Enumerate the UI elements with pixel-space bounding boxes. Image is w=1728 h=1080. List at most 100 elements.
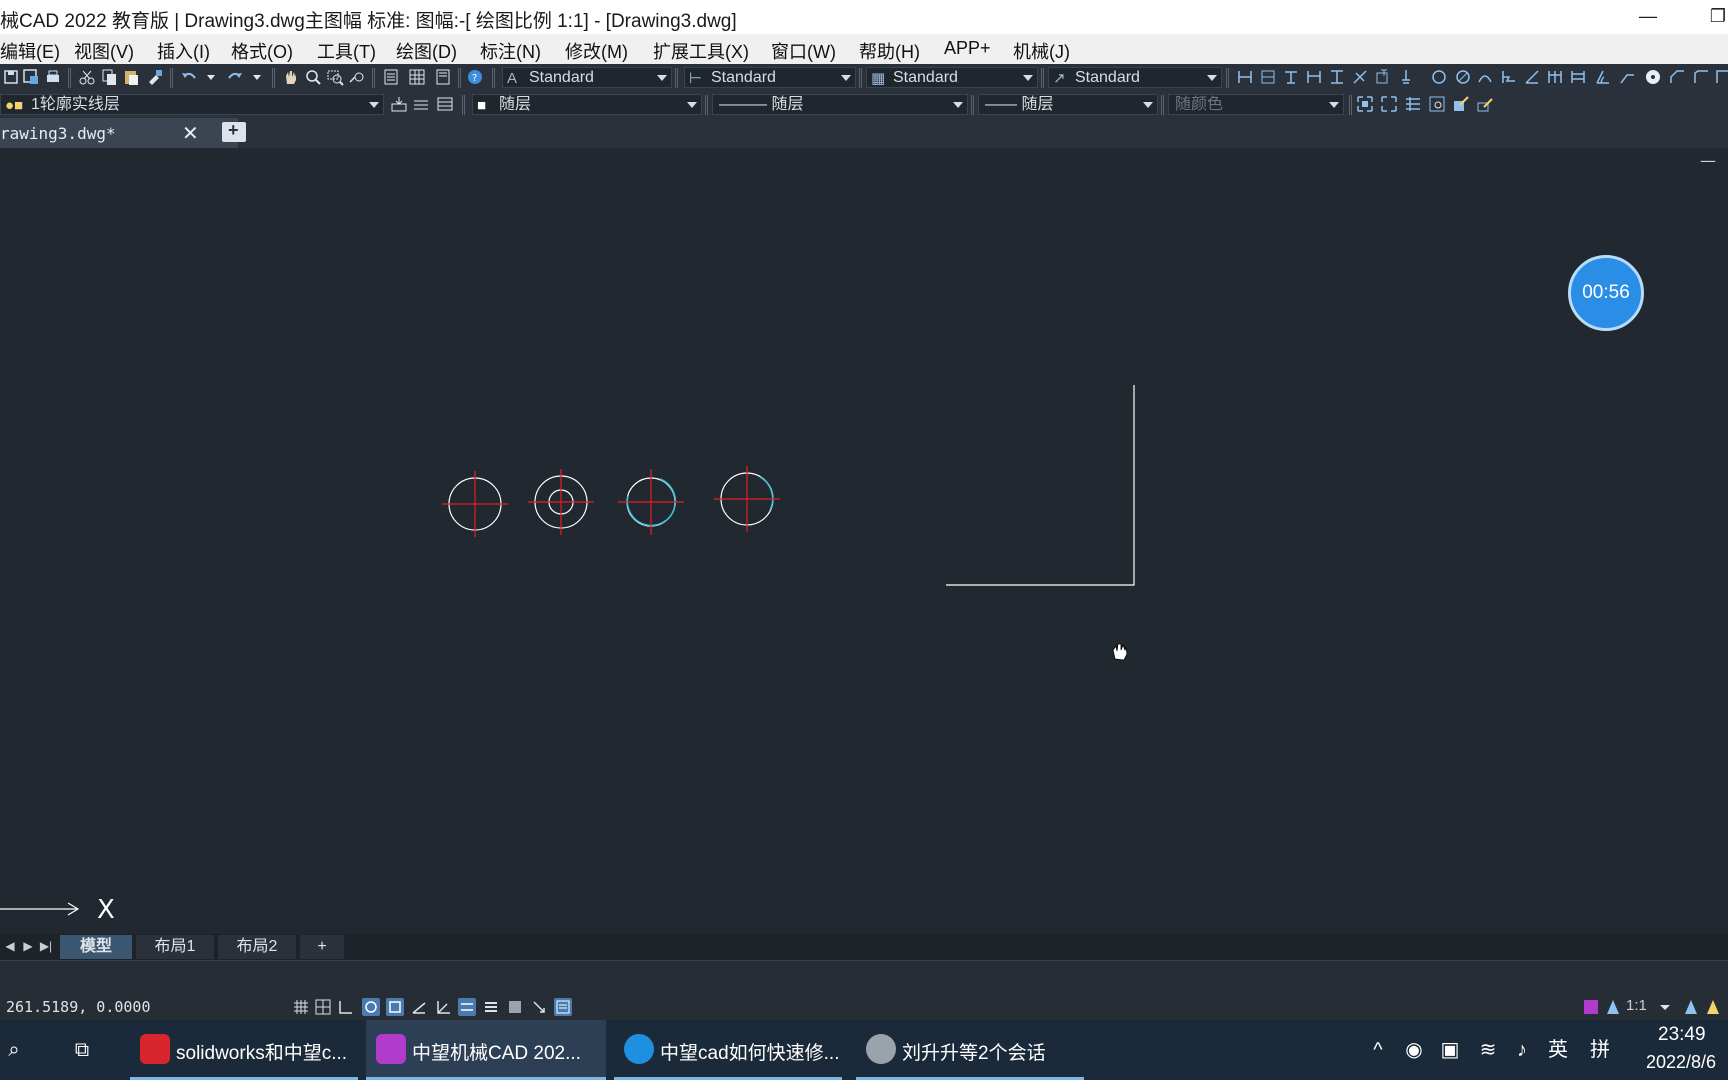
annotation-scale-icon[interactable] [1604, 998, 1622, 1016]
recording-timer[interactable]: 00:56 [1568, 255, 1644, 331]
menu-edit[interactable]: 编辑(E) [0, 38, 60, 64]
polar-tracking-icon[interactable] [362, 998, 380, 1016]
ortho-mode-icon[interactable] [336, 998, 354, 1016]
aligned-dimension-icon[interactable] [1351, 68, 1369, 86]
lineweight-display-icon[interactable] [482, 998, 500, 1016]
quick-dimension-icon[interactable] [1236, 68, 1254, 86]
drawing-canvas[interactable]: X — 00:56 [0, 148, 1728, 934]
match-properties-icon[interactable] [146, 68, 164, 86]
concentric-circle-entity[interactable] [528, 469, 594, 535]
angular-dimension-icon[interactable] [1523, 68, 1541, 86]
leader-dimension-icon[interactable] [1618, 68, 1636, 86]
undo-dropdown-icon[interactable] [202, 68, 220, 86]
menu-window[interactable]: 窗口(W) [771, 38, 836, 64]
design-center-icon[interactable] [408, 68, 426, 86]
snap-mode-icon[interactable] [314, 998, 332, 1016]
polyline-entity[interactable] [946, 385, 1135, 586]
tab-last-icon[interactable]: ▶| [38, 937, 54, 955]
thread-circle-entity[interactable] [714, 466, 780, 532]
transparency-icon[interactable] [506, 998, 524, 1016]
radius-dimension-icon[interactable] [1430, 68, 1448, 86]
minimize-button[interactable]: — [1628, 0, 1668, 34]
qq-icon[interactable]: ◉ [1402, 1038, 1426, 1062]
selection-cycling-icon[interactable] [530, 998, 548, 1016]
color-select[interactable]: ■ 随层 [472, 94, 702, 115]
continue-dimension-icon[interactable] [1546, 68, 1564, 86]
block-attribute-icon[interactable] [1404, 95, 1422, 113]
dimension-icon[interactable] [1259, 68, 1277, 86]
dimension-style-select[interactable]: ⊢ Standard [684, 67, 856, 88]
tolerance-icon[interactable] [1668, 68, 1686, 86]
menu-dimension[interactable]: 标注(N) [480, 38, 541, 64]
taskbar-item-zwcad[interactable]: 中望机械CAD 202... [366, 1020, 606, 1080]
dimension-update-icon[interactable] [1714, 68, 1728, 86]
help-icon[interactable]: ? [466, 68, 484, 86]
clock-date[interactable]: 2022/8/6 [1646, 1052, 1716, 1073]
annotation-monitor-icon[interactable] [554, 998, 572, 1016]
tab-prev-icon[interactable]: ◀ [2, 937, 18, 955]
command-line[interactable] [0, 960, 1728, 994]
chevron-up-icon[interactable]: ^ [1366, 1038, 1390, 1062]
save-as-icon[interactable] [22, 68, 40, 86]
document-tab[interactable]: rawing3.dwg* ✕ [0, 118, 238, 148]
make-current-layer-icon[interactable] [390, 95, 408, 113]
ordinate-dimension-icon[interactable] [1374, 68, 1392, 86]
vertical-dimension-icon[interactable] [1328, 68, 1346, 86]
block-insert-icon[interactable] [1356, 95, 1374, 113]
thread-circle-entity[interactable] [618, 469, 684, 535]
tool-palettes-icon[interactable] [434, 68, 452, 86]
menu-draw[interactable]: 绘图(D) [396, 38, 457, 64]
multileader-style-select[interactable]: ↗ Standard [1048, 67, 1222, 88]
menu-app[interactable]: APP+ [944, 38, 991, 59]
cut-icon[interactable] [78, 68, 96, 86]
linear-dimension-icon[interactable] [1305, 68, 1323, 86]
tab-next-icon[interactable]: ▶ [20, 937, 36, 955]
zoom-extents-icon[interactable] [1428, 95, 1446, 113]
print-icon[interactable] [44, 68, 62, 86]
taskbar-item-chat[interactable]: 刘升升等2个会话 [856, 1020, 1084, 1080]
taskbar-item-solidworks[interactable]: solidworks和中望c... [130, 1020, 358, 1080]
layer-select[interactable]: ●■ 1轮廓实线层 [0, 94, 384, 115]
close-icon[interactable]: ✕ [182, 121, 199, 146]
workspace-icon[interactable] [1582, 998, 1600, 1016]
taskbar-item-edge[interactable]: 中望cad如何快速修... [614, 1020, 842, 1080]
copy-icon[interactable] [100, 68, 118, 86]
dynamic-ucs-icon[interactable] [434, 998, 452, 1016]
plot-style-select[interactable]: 随颜色 [1168, 94, 1344, 115]
block-edit-icon[interactable] [1380, 95, 1398, 113]
task-view-icon[interactable]: ⧉ [70, 1038, 94, 1062]
menu-mechanical[interactable]: 机械(J) [1013, 38, 1070, 64]
otrack-icon[interactable] [410, 998, 428, 1016]
edit-attribute-icon[interactable] [1452, 95, 1470, 113]
dynamic-input-icon[interactable] [458, 998, 476, 1016]
diameter-dimension-icon[interactable] [1454, 68, 1472, 86]
restore-button[interactable]: ❐ [1698, 0, 1728, 34]
redo-icon[interactable] [226, 68, 244, 86]
zoom-realtime-icon[interactable] [304, 68, 322, 86]
sync-attribute-icon[interactable] [1476, 95, 1494, 113]
datum-dimension-icon[interactable] [1397, 68, 1415, 86]
lineweight-select[interactable]: —— 随层 [978, 94, 1158, 115]
layer-manager-icon[interactable] [436, 95, 454, 113]
zoom-window-icon[interactable] [326, 68, 344, 86]
add-layout-button[interactable]: + [300, 935, 344, 959]
speaker-icon[interactable]: ♪ [1510, 1038, 1534, 1062]
undo-icon[interactable] [180, 68, 198, 86]
search-icon[interactable]: ⌕ [2, 1038, 26, 1062]
redo-dropdown-icon[interactable] [248, 68, 266, 86]
chevron-down-icon[interactable] [1656, 998, 1674, 1016]
display-icon[interactable]: ▣ [1438, 1038, 1462, 1062]
layer-previous-icon[interactable] [412, 95, 430, 113]
pan-icon[interactable] [282, 68, 300, 86]
menu-format[interactable]: 格式(O) [231, 38, 293, 64]
baseline-dimension-icon[interactable] [1282, 68, 1300, 86]
ime-mode[interactable]: 拼 [1588, 1038, 1612, 1062]
angle-dimension-icon[interactable] [1594, 68, 1612, 86]
save-icon[interactable] [2, 68, 20, 86]
jogged-dimension-icon[interactable] [1500, 68, 1518, 86]
menu-help[interactable]: 帮助(H) [859, 38, 920, 64]
drawing-svg[interactable]: X — [0, 148, 1728, 934]
ime-language[interactable]: 英 [1546, 1038, 1570, 1062]
menu-extend-tools[interactable]: 扩展工具(X) [653, 38, 749, 64]
menu-tools[interactable]: 工具(T) [317, 38, 376, 64]
